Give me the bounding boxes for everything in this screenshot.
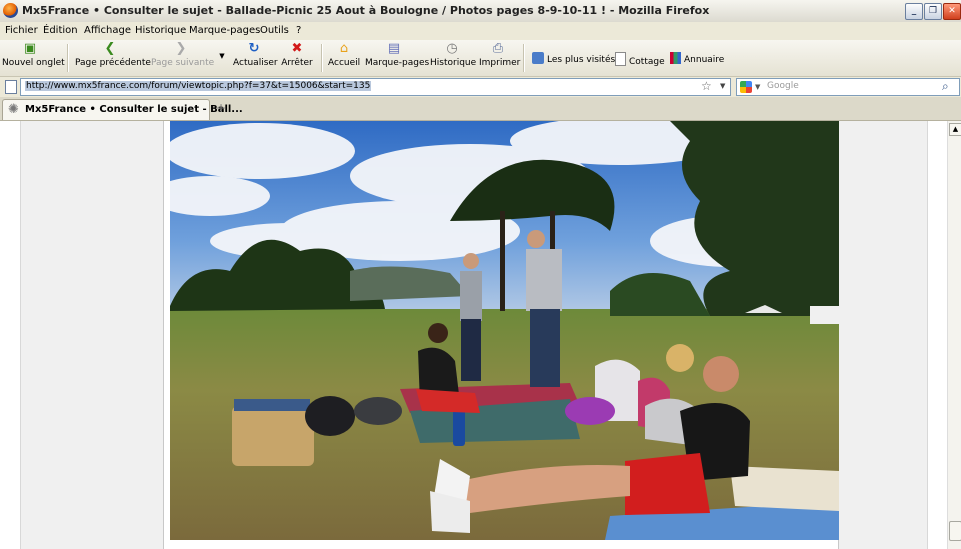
scroll-up-button[interactable]: ▲ <box>949 123 961 136</box>
tab-current[interactable]: ✺ Mx5France • Consulter le sujet - Ball.… <box>2 99 243 120</box>
navigation-toolbar: ▣ Nouvel onglet ❮ Page précédente ❯ Page… <box>0 40 961 77</box>
most-visited-icon <box>532 52 544 64</box>
menu-fichier[interactable]: Fichier <box>5 25 38 36</box>
tab-label: Mx5France • Consulter le sujet - Ball... <box>25 104 243 115</box>
maximize-button[interactable]: ❐ <box>924 3 942 20</box>
menu-help[interactable]: ? <box>296 25 301 36</box>
stop-button[interactable]: ✖ Arrêter <box>281 41 313 69</box>
new-tab-button[interactable]: ▣ Nouvel onglet <box>2 41 65 69</box>
chevron-down-icon: ▼ <box>219 52 225 60</box>
bookmark-cottage[interactable]: Cottage <box>615 52 665 67</box>
history-button[interactable]: ◷ Historique <box>430 41 477 69</box>
reload-icon: ↻ <box>248 41 260 56</box>
google-icon <box>740 81 752 93</box>
page-icon <box>5 80 17 94</box>
menu-outils[interactable]: Outils <box>260 25 289 36</box>
forward-button[interactable]: ❯ Page suivante <box>151 41 215 69</box>
stop-label: Arrêter <box>281 58 313 68</box>
menu-bar: Fichier Édition Affichage Historique Mar… <box>0 22 961 40</box>
home-button[interactable]: ⌂ Accueil <box>328 41 361 69</box>
location-bar-row: http://www.mx5france.com/forum/viewtopic… <box>0 77 961 97</box>
stop-icon: ✖ <box>291 41 303 56</box>
home-label: Accueil <box>328 58 361 68</box>
back-button[interactable]: ❮ Page précédente <box>75 41 151 69</box>
back-arrow-icon: ❮ <box>104 41 116 56</box>
back-label: Page précédente <box>75 58 151 68</box>
chevron-down-icon[interactable]: ▼ <box>720 82 725 90</box>
new-tab-label: Nouvel onglet <box>2 58 65 68</box>
annuaire-icon <box>670 52 681 64</box>
left-margin-column <box>20 121 164 549</box>
reload-label: Actualiser <box>233 58 278 68</box>
bookmark-label: Les plus visités <box>547 55 616 65</box>
clock-icon: ◷ <box>446 41 458 56</box>
bookmark-label: Cottage <box>629 57 665 67</box>
menu-marque-pages[interactable]: Marque-pages <box>189 25 260 36</box>
chevron-down-icon[interactable]: ▼ <box>755 83 760 91</box>
loading-spinner-icon: ✺ <box>8 102 19 117</box>
print-label: Imprimer <box>479 58 521 68</box>
window-title: Mx5France • Consulter le sujet - Ballade… <box>22 4 710 17</box>
bookmarks-button[interactable]: ▤ Marque-pages <box>365 41 429 69</box>
history-label: Historique <box>430 58 477 68</box>
tab-bar: ✺ Mx5France • Consulter le sujet - Ball.… <box>0 97 961 121</box>
toolbar-separator <box>321 44 323 72</box>
vertical-scrollbar[interactable]: ▲ <box>947 121 961 549</box>
bookmark-most-visited[interactable]: Les plus visités <box>532 52 615 65</box>
toolbar-separator <box>523 44 525 72</box>
forward-label: Page suivante <box>151 58 215 68</box>
page-content <box>0 121 947 549</box>
star-icon[interactable]: ☆ <box>701 79 712 93</box>
reload-button[interactable]: ↻ Actualiser <box>233 41 278 69</box>
search-icon[interactable]: ⌕ <box>942 79 949 94</box>
minimize-button[interactable]: _ <box>905 3 923 20</box>
picnic-photo <box>170 121 839 540</box>
firefox-logo-icon <box>3 3 18 18</box>
printer-icon: ⎙ <box>492 41 504 56</box>
url-input[interactable]: http://www.mx5france.com/forum/viewtopic… <box>20 78 731 96</box>
bookmarks-label: Marque-pages <box>365 58 430 68</box>
scrollbar-thumb[interactable] <box>949 521 961 541</box>
home-icon: ⌂ <box>339 41 349 56</box>
url-text: http://www.mx5france.com/forum/viewtopic… <box>25 81 372 91</box>
print-button[interactable]: ⎙ Imprimer <box>479 41 521 69</box>
title-bar: Mx5France • Consulter le sujet - Ballade… <box>0 0 961 23</box>
new-tab-plus-icon[interactable]: + <box>216 101 226 115</box>
new-tab-icon: ▣ <box>23 41 37 56</box>
forward-arrow-icon: ❯ <box>175 41 187 56</box>
menu-edition[interactable]: Édition <box>43 25 78 36</box>
bookmark-annuaire[interactable]: Annuaire <box>670 52 724 65</box>
right-margin-column <box>838 121 928 549</box>
bookmarks-icon: ▤ <box>387 41 401 56</box>
menu-historique[interactable]: Historique <box>135 25 186 36</box>
history-dropdown-button[interactable]: ▼ <box>217 51 227 61</box>
toolbar-separator <box>67 44 69 72</box>
close-button[interactable]: ✕ <box>943 3 961 20</box>
page-icon <box>615 52 626 66</box>
menu-affichage[interactable]: Affichage <box>84 25 131 36</box>
search-placeholder: Google <box>767 81 799 91</box>
bookmark-label: Annuaire <box>684 55 725 65</box>
search-input[interactable]: ▼ Google ⌕ <box>736 78 960 96</box>
